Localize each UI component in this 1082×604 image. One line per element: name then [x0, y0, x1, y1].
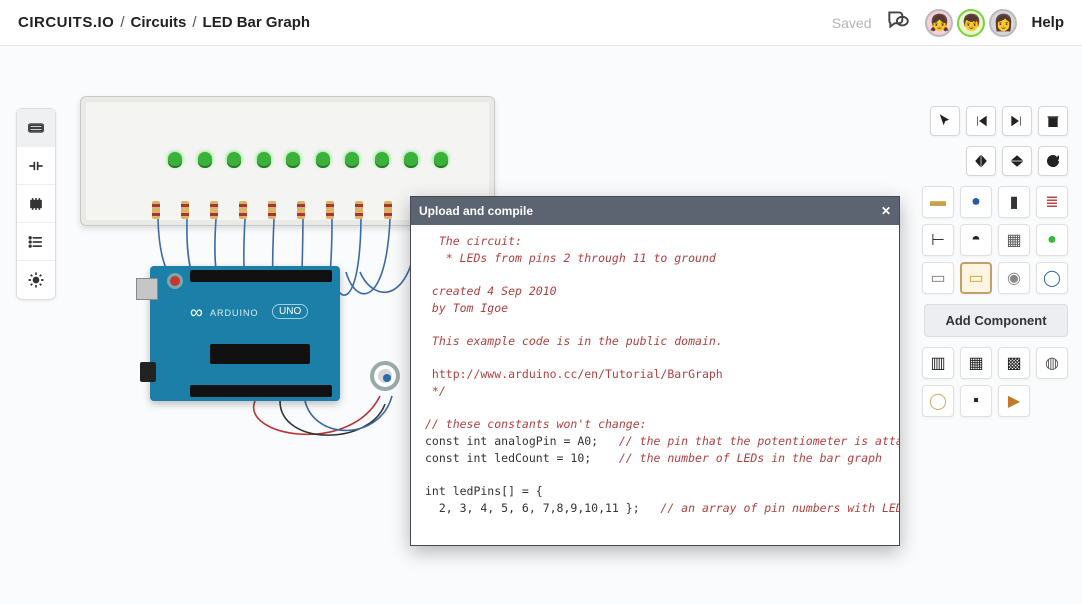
save-status: Saved [832, 15, 872, 31]
right-panel: ▬●▮≣⊢◓▦●▭▭◉◯ Add Component ▥▦▩◍◯▪▶ [918, 106, 1068, 417]
resistor[interactable] [239, 201, 247, 219]
resistor[interactable] [326, 201, 334, 219]
resistor[interactable] [297, 201, 305, 219]
potentiometer[interactable] [370, 361, 400, 391]
component-grid-2: ▥▦▩◍ ◯▪▶ [918, 347, 1068, 417]
led[interactable] [316, 152, 330, 166]
resistor[interactable] [152, 201, 160, 219]
breadcrumb: CIRCUITS.IO / Circuits / LED Bar Graph [18, 14, 310, 31]
speaker-comp[interactable]: ◯ [1036, 262, 1068, 294]
edit-tools-row [918, 106, 1068, 136]
resistor[interactable] [268, 201, 276, 219]
resistor-row [152, 201, 421, 219]
transform-tools-row [918, 146, 1068, 176]
design-canvas[interactable]: ∞ ARDUINO UNO Upload and compile ✕ The c… [0, 46, 1082, 604]
resistor[interactable] [384, 201, 392, 219]
flip-vertical-icon[interactable] [1002, 146, 1032, 176]
app-header: CIRCUITS.IO / Circuits / LED Bar Graph S… [0, 0, 1082, 46]
led[interactable] [198, 152, 212, 166]
capacitor-disc-comp[interactable]: ● [960, 186, 992, 218]
close-icon[interactable]: ✕ [881, 204, 891, 218]
servo-comp[interactable]: ▭ [922, 262, 954, 294]
connector-round-comp[interactable]: ◍ [1036, 347, 1068, 379]
resistor[interactable] [181, 201, 189, 219]
breadcrumb-project[interactable]: LED Bar Graph [203, 14, 311, 31]
settings-icon[interactable] [17, 261, 55, 299]
arduino-logo-icon: ∞ [190, 302, 203, 323]
avatar[interactable]: 👦 [957, 9, 985, 37]
arduino-model-label: UNO [272, 304, 308, 319]
chip16-comp[interactable]: ▦ [960, 347, 992, 379]
resistor-comp[interactable]: ▬ [922, 186, 954, 218]
reset-button[interactable] [170, 276, 180, 286]
digital-header[interactable] [190, 270, 332, 282]
coin-cell-comp[interactable]: ◯ [922, 385, 954, 417]
skip-back-icon[interactable] [966, 106, 996, 136]
pointer-icon[interactable] [930, 106, 960, 136]
power-jack [140, 362, 156, 382]
analog-header[interactable] [190, 385, 332, 397]
ic-small-comp[interactable]: ▦ [998, 224, 1030, 256]
ic555-comp[interactable]: ▪ [960, 385, 992, 417]
arduino-board[interactable]: ∞ ARDUINO UNO [150, 266, 340, 401]
header-strip-comp[interactable]: ≣ [1036, 186, 1068, 218]
code-editor-body[interactable]: The circuit: * LEDs from pins 2 through … [411, 225, 899, 545]
led[interactable] [168, 152, 182, 166]
resistor[interactable] [355, 201, 363, 219]
left-toolbar [16, 108, 56, 300]
code-editor-panel[interactable]: Upload and compile ✕ The circuit: * LEDs… [410, 196, 900, 546]
led[interactable] [286, 152, 300, 166]
brand-name[interactable]: CIRCUITS.IO [18, 14, 114, 31]
led[interactable] [257, 152, 271, 166]
led-row [168, 152, 448, 166]
atmega-chip [210, 344, 310, 364]
help-link[interactable]: Help [1031, 14, 1064, 31]
schematic-view-icon[interactable] [17, 147, 55, 185]
breadcrumb-circuits[interactable]: Circuits [131, 14, 187, 31]
usb-port [136, 278, 158, 300]
avatar[interactable]: 👧 [925, 9, 953, 37]
led[interactable] [345, 152, 359, 166]
flip-horizontal-icon[interactable] [966, 146, 996, 176]
avatar[interactable]: 👩 [989, 9, 1017, 37]
code-panel-titlebar[interactable]: Upload and compile ✕ [411, 197, 899, 225]
chip8-comp[interactable]: ▥ [922, 347, 954, 379]
breadboard-view-icon[interactable] [17, 109, 55, 147]
motor-comp[interactable]: ▭ [960, 262, 992, 294]
capacitor-electro-comp[interactable]: ▮ [998, 186, 1030, 218]
diode-comp[interactable]: ⊢ [922, 224, 954, 256]
skip-forward-icon[interactable] [1002, 106, 1032, 136]
terminal-comp[interactable]: ▶ [998, 385, 1030, 417]
chat-icon[interactable] [885, 7, 911, 38]
led[interactable] [404, 152, 418, 166]
arduino-brand-label: ARDUINO [210, 308, 259, 318]
add-component-button[interactable]: Add Component [924, 304, 1068, 337]
collaborator-avatars: 👧 👦 👩 [925, 9, 1017, 37]
trash-icon[interactable] [1038, 106, 1068, 136]
led[interactable] [227, 152, 241, 166]
component-grid: ▬●▮≣⊢◓▦●▭▭◉◯ [918, 186, 1068, 294]
transistor-comp[interactable]: ◓ [960, 224, 992, 256]
resistor[interactable] [210, 201, 218, 219]
list-view-icon[interactable] [17, 223, 55, 261]
code-panel-title: Upload and compile [419, 204, 533, 218]
led[interactable] [434, 152, 448, 166]
led-comp[interactable]: ● [1036, 224, 1068, 256]
chip28-comp[interactable]: ▩ [998, 347, 1030, 379]
rotate-icon[interactable] [1038, 146, 1068, 176]
chip-view-icon[interactable] [17, 185, 55, 223]
button-comp[interactable]: ◉ [998, 262, 1030, 294]
led[interactable] [375, 152, 389, 166]
